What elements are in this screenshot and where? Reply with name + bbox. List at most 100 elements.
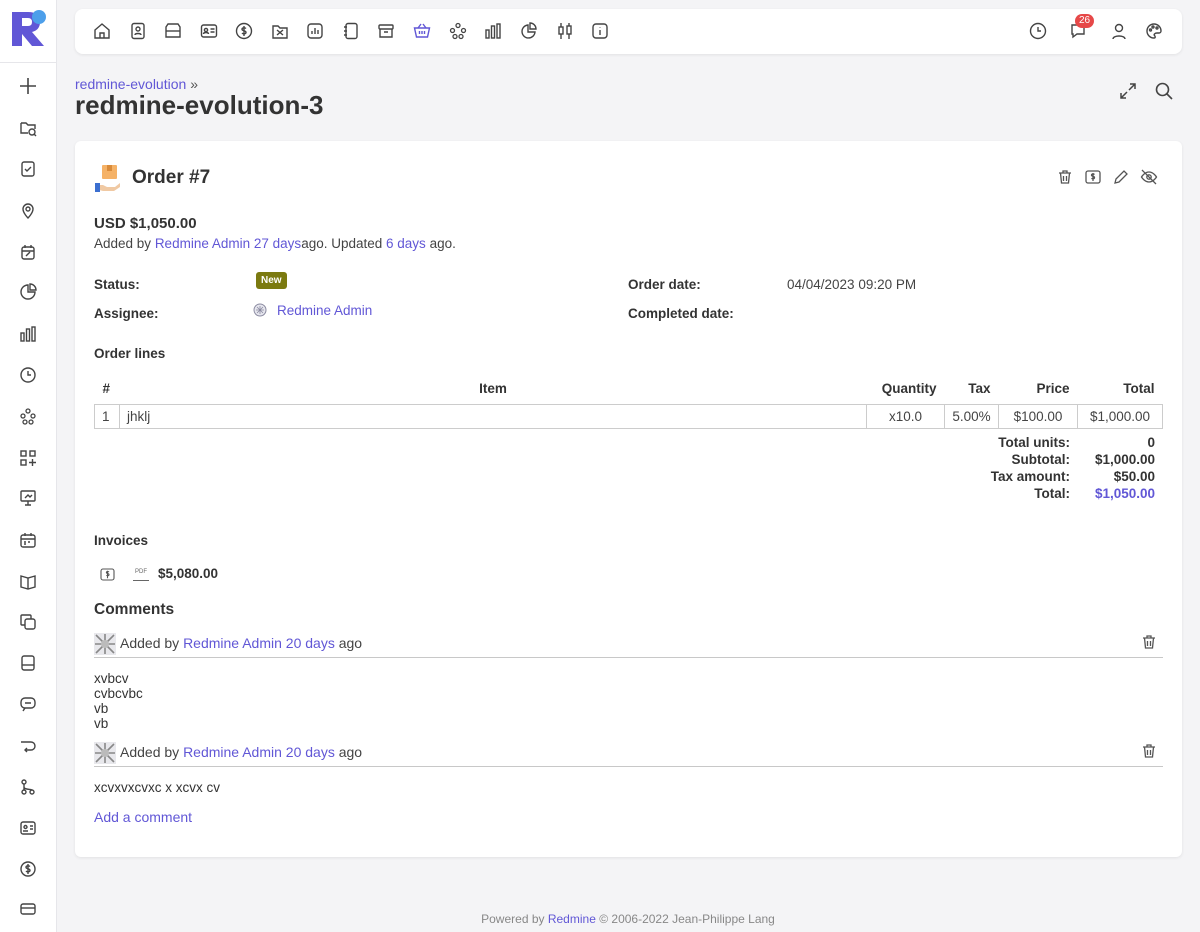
id-card-icon[interactable]	[17, 817, 39, 839]
clock-icon[interactable]	[1027, 20, 1049, 42]
archive-icon[interactable]	[375, 20, 397, 42]
chat-icon[interactable]	[17, 693, 39, 715]
reports-icon[interactable]	[304, 20, 326, 42]
invoice-dollar-icon[interactable]	[100, 567, 115, 582]
calendar-edit-icon[interactable]	[17, 241, 39, 263]
comment-line: vb	[94, 701, 109, 716]
info-icon[interactable]	[589, 20, 611, 42]
col-item: Item	[479, 381, 507, 397]
author-link[interactable]: Redmine Admin	[155, 236, 250, 251]
home-icon[interactable]	[91, 20, 113, 42]
page-title: redmine-evolution-3	[75, 90, 324, 120]
order-meta: Added by Redmine Admin 27 daysago. Updat…	[94, 236, 456, 251]
comment-suffix: ago	[338, 635, 363, 651]
order-lines-table: # Item Quantity Tax Price Total 1 jhklj …	[94, 374, 1163, 429]
comment-prefix: Added by	[120, 635, 180, 651]
cell-item: jhklj	[119, 403, 867, 429]
projects-icon[interactable]	[162, 20, 184, 42]
assignee-avatar	[253, 303, 267, 317]
grand-total-value: $1,050.00	[1094, 486, 1155, 501]
contact-card-icon[interactable]	[198, 20, 220, 42]
comment-divider	[94, 657, 1163, 658]
presentation-icon[interactable]	[17, 487, 39, 509]
cell-tax: 5.00%	[944, 403, 999, 429]
book-icon[interactable]	[17, 570, 39, 592]
delete-icon[interactable]	[1056, 168, 1074, 186]
comment-time-link[interactable]: 20 days	[286, 744, 335, 760]
assignee-label: Assignee:	[94, 306, 159, 321]
notification-count-badge[interactable]: 26	[1075, 14, 1095, 28]
user-icon[interactable]	[1108, 20, 1130, 42]
footer-copyright: © 2006-2022 Jean-Philippe Lang	[599, 912, 775, 926]
contacts-icon[interactable]	[127, 20, 149, 42]
comment-line: cvbcvbc	[94, 686, 143, 701]
comments-title: Comments	[94, 601, 175, 618]
order-card: Order #7 USD $1,050.00 Added by Redmine …	[75, 141, 1182, 857]
search-icon[interactable]	[1154, 81, 1174, 101]
edit-icon[interactable]	[1112, 168, 1130, 186]
transfer-icon[interactable]	[17, 735, 39, 757]
updated-ago-link[interactable]: 6 days	[386, 236, 426, 251]
pie-chart-icon[interactable]	[17, 281, 39, 303]
redmine-logo[interactable]	[10, 8, 48, 48]
bar-chart-icon[interactable]	[17, 323, 39, 345]
people-icon[interactable]	[447, 20, 469, 42]
dollar-icon[interactable]	[17, 858, 39, 880]
invoice-pdf-icon[interactable]: PDF	[133, 569, 149, 581]
sidebar	[0, 0, 57, 932]
comment-time-link[interactable]: 20 days	[286, 635, 335, 651]
calendar-icon[interactable]	[17, 529, 39, 551]
checklist-icon[interactable]	[17, 158, 39, 180]
footer-redmine-link[interactable]: Redmine	[548, 912, 596, 926]
order-amount: USD $1,050.00	[94, 215, 197, 232]
cell-total: $1,000.00	[1077, 403, 1163, 429]
col-quantity: Quantity	[881, 381, 937, 397]
col-number: #	[102, 381, 111, 397]
location-icon[interactable]	[17, 200, 39, 222]
orders-basket-icon[interactable]	[411, 20, 433, 42]
status-label: Status:	[94, 277, 140, 292]
top-navigation: 26	[75, 9, 1182, 54]
order-lines-title: Order lines	[94, 346, 166, 361]
activity-icon[interactable]	[269, 20, 291, 42]
subtotal-label: Subtotal:	[1011, 452, 1071, 467]
assignee-link[interactable]: Redmine Admin	[277, 303, 372, 318]
delete-comment-icon[interactable]	[1140, 633, 1158, 651]
pie-chart-icon[interactable]	[518, 20, 540, 42]
comment-divider	[94, 766, 1163, 767]
col-tax: Tax	[968, 381, 991, 397]
order-date-label: Order date:	[628, 277, 701, 292]
grand-total-label: Total:	[1034, 486, 1070, 501]
plus-icon[interactable]	[17, 75, 39, 97]
palette-icon[interactable]	[1143, 20, 1165, 42]
created-ago-link[interactable]: 27 days	[254, 236, 301, 251]
subtotal-value: $1,000.00	[1094, 452, 1155, 467]
table-row: 1 jhklj x10.0 5.00% $100.00 $1,000.00	[94, 403, 1163, 429]
apps-add-icon[interactable]	[17, 447, 39, 469]
branch-icon[interactable]	[17, 776, 39, 798]
chart-bars-icon[interactable]	[482, 20, 504, 42]
candlestick-icon[interactable]	[554, 20, 576, 42]
people-icon[interactable]	[17, 405, 39, 427]
comment-author-link[interactable]: Redmine Admin	[183, 744, 282, 760]
folder-search-icon[interactable]	[17, 117, 39, 139]
comment-author-link[interactable]: Redmine Admin	[183, 635, 282, 651]
comment-header: Added by Redmine Admin 20 days ago	[120, 635, 362, 651]
delete-comment-icon[interactable]	[1140, 742, 1158, 760]
comment-prefix: Added by	[120, 744, 180, 760]
comment-line: xcvxvxcvxc x xcvx cv	[94, 780, 221, 795]
deals-icon[interactable]	[233, 20, 255, 42]
cell-quantity: x10.0	[866, 403, 945, 429]
add-comment-link[interactable]: Add a comment	[94, 809, 192, 825]
copy-icon[interactable]	[17, 611, 39, 633]
invoice-icon[interactable]	[1084, 168, 1102, 186]
col-price: Price	[1036, 381, 1070, 397]
document-icon[interactable]	[17, 652, 39, 674]
comment-body: xvbcv cvbcvbc vb vb	[94, 671, 143, 731]
invoices-title: Invoices	[94, 533, 149, 548]
fullscreen-icon[interactable]	[1118, 81, 1138, 101]
hide-icon[interactable]	[1140, 168, 1158, 186]
meta-ago-updated: ago. Updated	[301, 236, 383, 251]
notebook-icon[interactable]	[340, 20, 362, 42]
clock-icon[interactable]	[17, 364, 39, 386]
